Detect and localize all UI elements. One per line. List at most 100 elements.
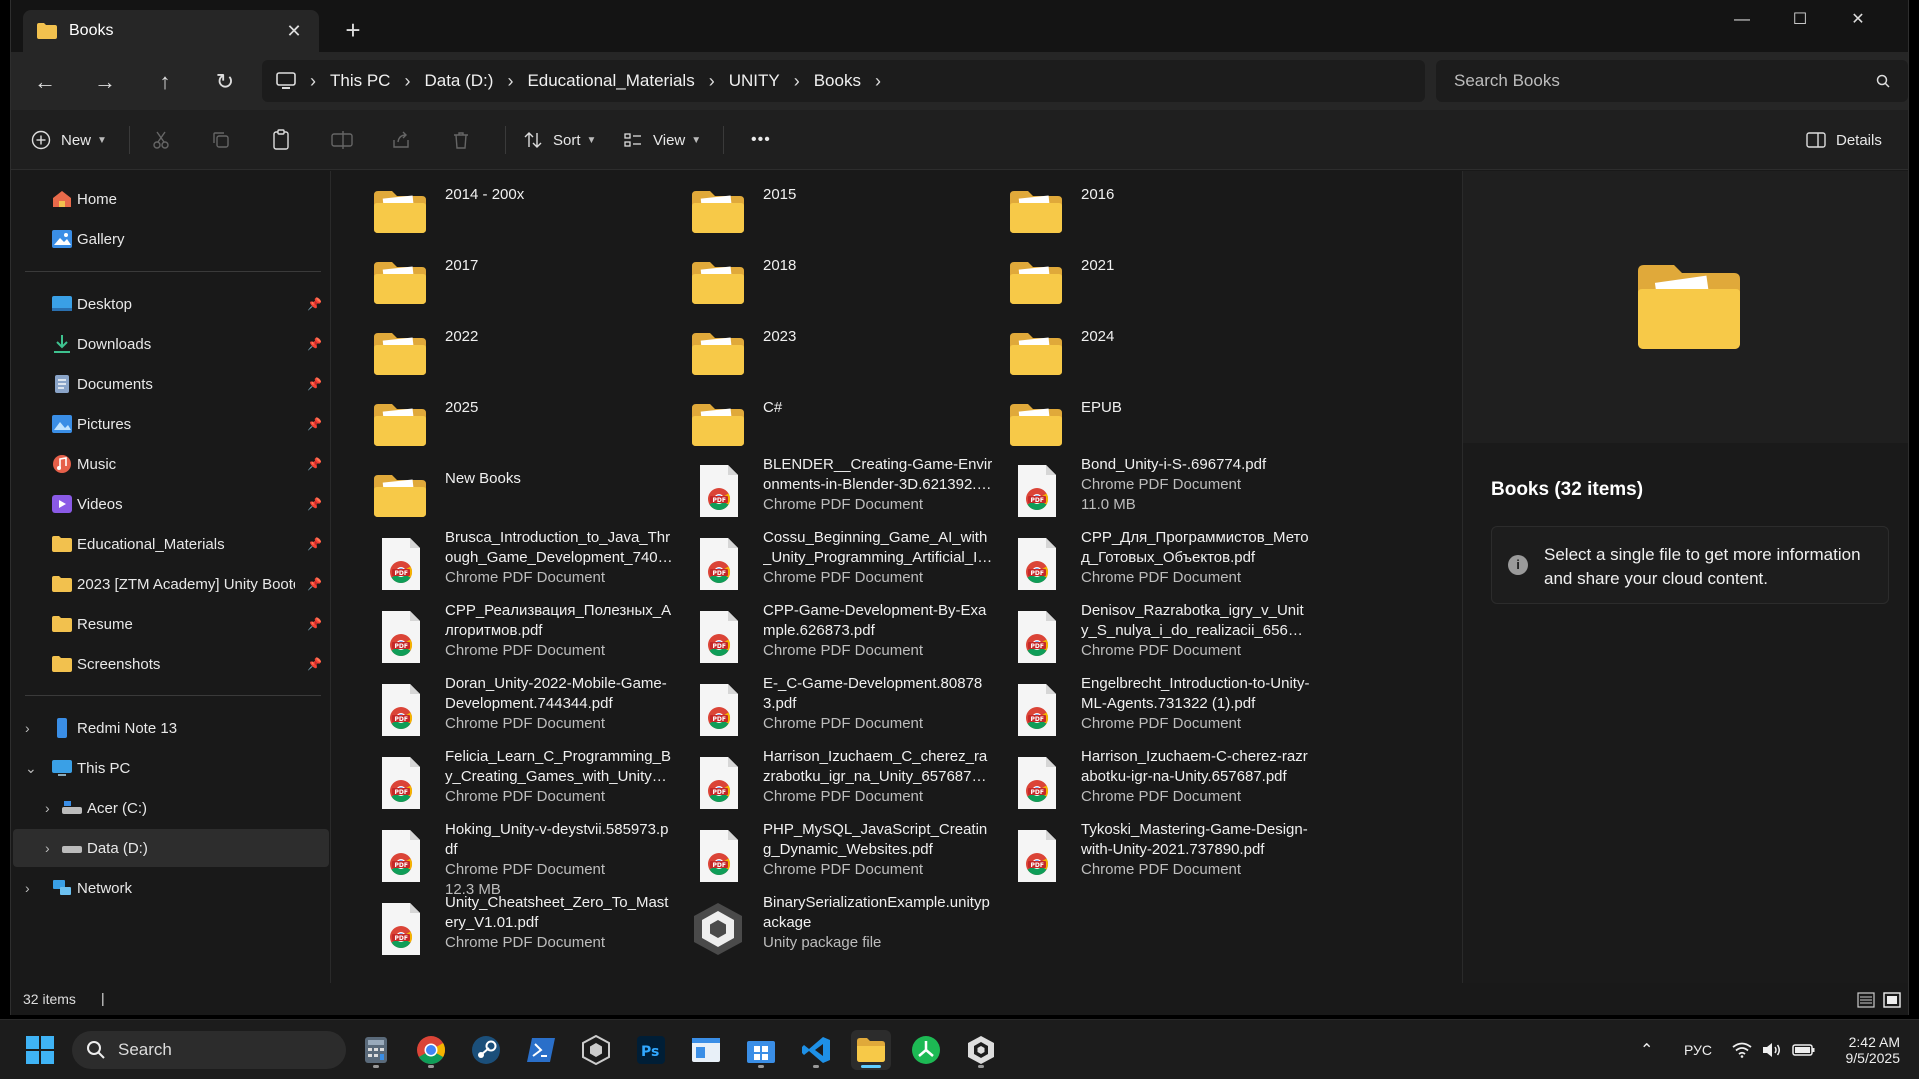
rename-button[interactable] [331,124,353,156]
forward-button[interactable]: → [89,66,121,98]
new-button[interactable]: New ▼ [31,124,107,156]
file-item[interactable]: PDF PHP_MySQL_JavaScript_Creating_Dynamic… [678,820,993,888]
quick-settings[interactable] [1732,1020,1816,1079]
chevron-right-icon[interactable]: › [875,71,881,92]
sidebar-item-gallery[interactable]: Gallery [11,220,327,258]
breadcrumb-data-d[interactable]: Data (D:) [424,71,493,91]
minimize-button[interactable]: — [1713,0,1771,40]
sidebar-item-desktop[interactable]: Desktop 📌 [11,285,327,323]
paste-button[interactable] [271,124,291,156]
more-options-button[interactable]: ••• [751,124,771,156]
taskbar-steam[interactable] [466,1030,506,1070]
folder-item[interactable]: 2017 [360,246,675,314]
sidebar-item-network[interactable]: › Network [11,869,327,907]
taskbar-unity-hub[interactable] [576,1030,616,1070]
file-item[interactable]: PDF Unity_Cheatsheet_Zero_To_Mastery_V1.0… [360,893,675,961]
sidebar-item-documents[interactable]: Documents 📌 [11,365,327,403]
file-item[interactable]: PDF CPP_Реализвация_Полезных_Алгоритмов.p… [360,601,675,669]
file-item[interactable]: PDF E-_C-Game-Development.808783.pdf Chrom… [678,674,993,742]
folder-item[interactable]: 2022 [360,317,675,385]
taskbar-calculator[interactable] [356,1030,396,1070]
taskbar-chrome[interactable] [411,1030,451,1070]
chevron-right-icon[interactable]: › [25,880,30,896]
cut-button[interactable] [151,124,171,156]
chevron-right-icon[interactable]: › [45,800,50,816]
taskbar-search[interactable]: Search [72,1031,346,1069]
clock[interactable]: 2:42 AM 9/5/2025 [1832,1020,1901,1079]
sidebar-item-downloads[interactable]: Downloads 📌 [11,325,327,363]
folder-item[interactable]: 2014 - 200x [360,175,675,243]
file-item[interactable]: PDF CPP-Game-Development-By-Example.62687… [678,601,993,669]
chevron-right-icon[interactable]: › [794,71,800,92]
sidebar-item-music[interactable]: Music 📌 [11,445,327,483]
taskbar-file-explorer[interactable] [851,1030,891,1070]
folder-item[interactable]: 2023 [678,317,993,385]
folder-item[interactable]: 2025 [360,388,675,456]
chevron-right-icon[interactable]: › [45,840,50,856]
folder-item[interactable]: 2016 [996,175,1311,243]
file-item[interactable]: PDF Bond_Unity-i-S-.696774.pdf Chrome PDF … [996,455,1311,523]
sidebar-item-resume[interactable]: Resume 📌 [11,605,327,643]
close-window-button[interactable]: ✕ [1829,0,1887,40]
maximize-button[interactable]: ☐ [1771,0,1829,40]
refresh-button[interactable]: ↻ [209,66,241,98]
breadcrumb-educational-materials[interactable]: Educational_Materials [527,71,694,91]
sidebar-item-this-pc[interactable]: ⌄ This PC [11,749,327,787]
file-item[interactable]: PDF Cossu_Beginning_Game_AI_with_Unity_Pr… [678,528,993,596]
delete-button[interactable] [451,124,471,156]
folder-item[interactable]: New Books [360,459,675,527]
up-button[interactable]: ↑ [149,66,181,98]
taskbar-store[interactable] [741,1030,781,1070]
search-box[interactable]: Search Books [1436,60,1908,102]
taskbar-vscode[interactable] [796,1030,836,1070]
new-tab-button[interactable]: + [339,16,367,44]
taskbar-powershell[interactable] [521,1030,561,1070]
sidebar-item-screenshots[interactable]: Screenshots 📌 [11,645,327,683]
sidebar-item-data-d[interactable]: › Data (D:) [13,829,329,867]
breadcrumb-unity[interactable]: UNITY [729,71,780,91]
taskbar-app-green[interactable] [906,1030,946,1070]
sidebar-item-educational-materials[interactable]: Educational_Materials 📌 [11,525,327,563]
share-button[interactable] [391,124,411,156]
folder-item[interactable]: EPUB [996,388,1311,456]
sidebar-item-videos[interactable]: Videos 📌 [11,485,327,523]
taskbar-app-window[interactable] [686,1030,726,1070]
folder-item[interactable]: 2024 [996,317,1311,385]
folder-item[interactable]: 2021 [996,246,1311,314]
chevron-right-icon[interactable]: › [507,71,513,92]
sidebar-item-acer-c[interactable]: › Acer (C:) [11,789,327,827]
file-item[interactable]: PDF Denisov_Razrabotka_igry_v_Unity_S_nul… [996,601,1311,669]
taskbar-photoshop[interactable]: Ps [631,1030,671,1070]
language-indicator[interactable]: РУС [1684,1020,1712,1079]
file-item[interactable]: PDF CPP_Для_Программистов_Метод_Готовых_О… [996,528,1311,596]
file-item[interactable]: PDF Engelbrecht_Introduction-to-Unity-ML-… [996,674,1311,742]
sort-button[interactable]: Sort ▼ [523,124,596,156]
file-item[interactable]: PDF Tykoski_Mastering-Game-Design-with-Un… [996,820,1311,888]
back-button[interactable]: ← [29,66,61,98]
folder-item[interactable]: 2018 [678,246,993,314]
breadcrumb-this-pc[interactable]: This PC [330,71,390,91]
large-icons-view-icon[interactable] [1883,992,1901,1008]
details-view-icon[interactable] [1857,992,1875,1008]
file-item[interactable]: PDF Hoking_Unity-v-deystvii.585973.pdf Chr… [360,820,675,898]
view-button[interactable]: View ▼ [623,124,701,156]
copy-button[interactable] [211,124,231,156]
start-button[interactable] [20,1030,60,1070]
tab-close-icon[interactable]: ✕ [283,21,305,42]
file-item[interactable]: PDF Felicia_Learn_C_Programming_By_Creati… [360,747,675,815]
chevron-down-icon[interactable]: ⌄ [25,760,37,777]
file-item[interactable]: PDF Harrison_Izuchaem_C_cherez_razrabotku… [678,747,993,815]
show-hidden-icons-icon[interactable]: ⌃ [1640,1040,1653,1060]
chevron-right-icon[interactable]: › [25,720,30,736]
folder-item[interactable]: 2015 [678,175,993,243]
sidebar-item-home[interactable]: Home [11,180,327,218]
file-item[interactable]: PDF Brusca_Introduction_to_Java_Through_G… [360,528,675,596]
details-pane-button[interactable]: Details [1806,124,1882,156]
search-placeholder[interactable]: Search Books [1454,71,1876,91]
file-item[interactable]: BinarySerializationExample.unitypackage U… [678,893,993,961]
chevron-right-icon[interactable]: › [709,71,715,92]
file-item[interactable]: PDF Doran_Unity-2022-Mobile-Game-Developm… [360,674,675,742]
file-item[interactable]: PDF BLENDER__Creating-Game-Environments-i… [678,455,993,523]
chevron-right-icon[interactable]: › [404,71,410,92]
sidebar-item-redmi-note-13[interactable]: › Redmi Note 13 [11,709,327,747]
